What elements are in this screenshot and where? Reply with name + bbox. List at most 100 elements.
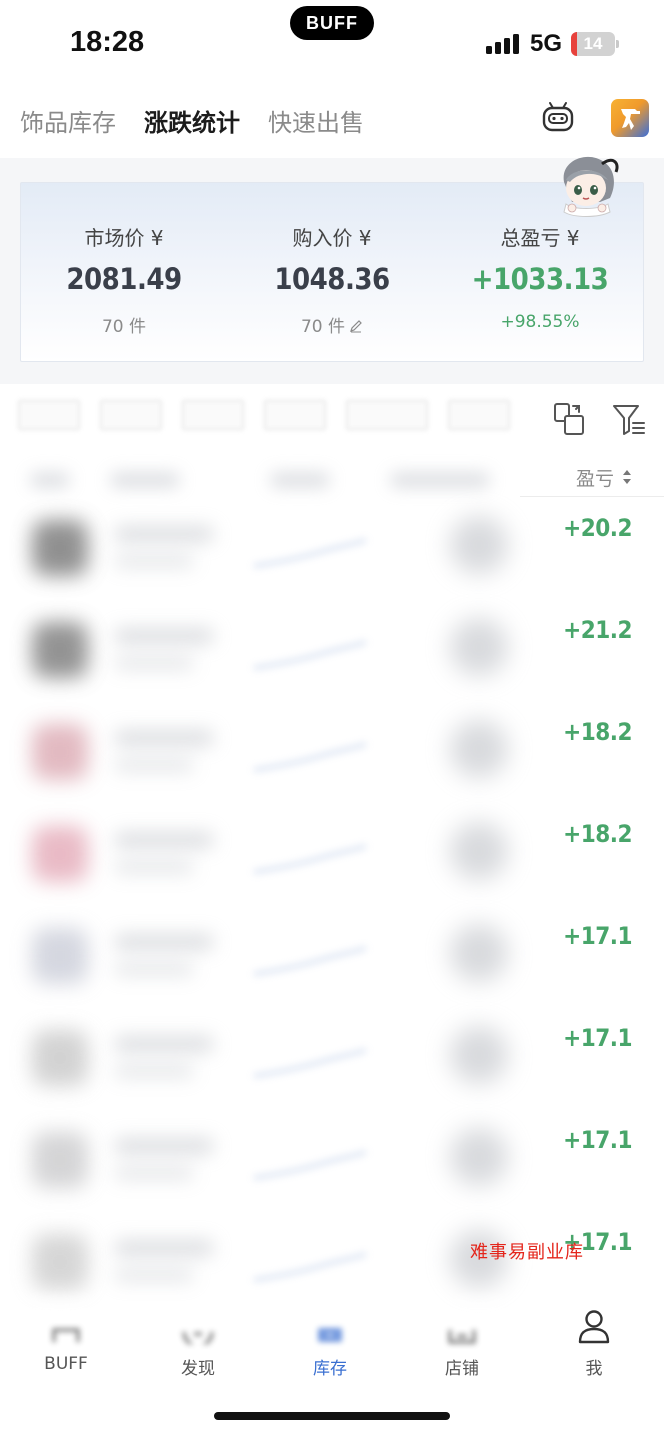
battery-level: 14 bbox=[583, 34, 603, 53]
filter-chips bbox=[18, 400, 518, 436]
item-name-blurred bbox=[114, 526, 214, 542]
purchase-count-row[interactable]: 70 件 bbox=[228, 312, 436, 337]
price-trend-sparkline bbox=[253, 844, 367, 874]
tab-quick-sell[interactable]: 快速出售 bbox=[268, 103, 364, 138]
item-name-blurred bbox=[114, 1240, 214, 1256]
view-switch-icon[interactable] bbox=[553, 402, 585, 436]
list-item[interactable]: +20.2 bbox=[0, 502, 664, 602]
total-profit-percent: +98.55% bbox=[500, 312, 580, 332]
item-name-blurred bbox=[114, 628, 214, 644]
item-subtitle-blurred bbox=[114, 656, 194, 670]
nav-label-profile: 我 bbox=[585, 1359, 603, 1379]
filter-chip[interactable] bbox=[346, 400, 428, 430]
sort-by-profit[interactable]: 盈亏 bbox=[576, 464, 614, 491]
item-thumbnail bbox=[32, 622, 88, 678]
status-time: 18:28 bbox=[70, 26, 145, 58]
bottom-nav: BUFF 发现 库存 店铺 我 bbox=[0, 1300, 664, 1396]
filter-chip[interactable] bbox=[18, 400, 80, 430]
game-switch-icon[interactable] bbox=[611, 99, 649, 137]
item-profit-value: +18.2 bbox=[563, 718, 632, 746]
item-thumbnail bbox=[32, 724, 88, 780]
battery-cap bbox=[616, 40, 619, 48]
market-price-stat: 市场价 ¥ 2081.49 70 件 bbox=[20, 222, 228, 337]
purchase-item-count: 70 件 bbox=[300, 317, 346, 337]
item-subtitle-blurred bbox=[114, 554, 194, 568]
price-trend-sparkline bbox=[253, 1048, 367, 1078]
blurred-header bbox=[30, 472, 70, 488]
nav-item-inventory[interactable]: 库存 bbox=[264, 1300, 396, 1380]
item-subtitle-blurred bbox=[114, 758, 194, 772]
purchase-price-stat: 购入价 ¥ 1048.36 70 件 bbox=[228, 222, 436, 337]
item-profit-value: +21.2 bbox=[563, 616, 632, 644]
blurred-header bbox=[110, 472, 180, 488]
item-name-blurred bbox=[114, 730, 214, 746]
filter-chip[interactable] bbox=[100, 400, 162, 430]
item-profit-value: +17.1 bbox=[563, 1126, 632, 1154]
item-thumbnail bbox=[32, 1030, 88, 1086]
price-trend-sparkline bbox=[253, 946, 367, 976]
item-subtitle-blurred bbox=[114, 860, 194, 874]
list-item[interactable]: +18.2 bbox=[0, 706, 664, 806]
price-trend-sparkline bbox=[253, 1150, 367, 1180]
list-item[interactable]: +17.1 bbox=[0, 1114, 664, 1214]
list-item[interactable]: +17.1 bbox=[0, 910, 664, 1010]
market-price-value: 2081.49 bbox=[66, 262, 182, 296]
price-trend-sparkline bbox=[253, 538, 367, 568]
filter-chip[interactable] bbox=[264, 400, 326, 430]
nav-label-buff: BUFF bbox=[44, 1354, 88, 1374]
item-avatar-blurred bbox=[450, 822, 508, 880]
filter-chip[interactable] bbox=[182, 400, 244, 430]
inventory-icon bbox=[318, 1328, 342, 1342]
blurred-header bbox=[270, 472, 330, 488]
filter-icon[interactable] bbox=[612, 403, 646, 437]
robot-icon[interactable] bbox=[540, 100, 576, 136]
tab-inventory[interactable]: 饰品库存 bbox=[20, 103, 116, 138]
battery-icon: 14 bbox=[571, 32, 615, 56]
list-item[interactable]: +18.2 bbox=[0, 808, 664, 908]
home-indicator[interactable] bbox=[214, 1412, 450, 1420]
purchase-price-value: 1048.36 bbox=[274, 262, 390, 296]
item-name-blurred bbox=[114, 934, 214, 950]
item-avatar-blurred bbox=[450, 516, 508, 574]
total-profit-stat: 总盈亏 ¥ +1033.13 +98.55% bbox=[436, 222, 644, 332]
nav-item-shop[interactable]: 店铺 bbox=[396, 1300, 528, 1380]
list-item[interactable]: +21.2 bbox=[0, 604, 664, 704]
market-item-count: 70 件 bbox=[101, 317, 147, 337]
nav-item-profile[interactable]: 我 bbox=[528, 1300, 660, 1380]
item-profit-value: +17.1 bbox=[563, 922, 632, 950]
blurred-header bbox=[390, 472, 490, 488]
item-avatar-blurred bbox=[450, 1128, 508, 1186]
nav-item-buff[interactable]: BUFF bbox=[0, 1300, 132, 1380]
nav-label-shop: 店铺 bbox=[445, 1359, 479, 1379]
tab-price-stats[interactable]: 涨跌统计 bbox=[144, 103, 240, 138]
item-avatar-blurred bbox=[450, 924, 508, 982]
item-avatar-blurred bbox=[450, 618, 508, 676]
item-avatar-blurred bbox=[450, 720, 508, 778]
market-price-label: 市场价 ¥ bbox=[84, 226, 164, 250]
divider bbox=[520, 496, 664, 497]
item-thumbnail bbox=[32, 1234, 88, 1290]
item-avatar-blurred bbox=[450, 1026, 508, 1084]
list-item[interactable]: +17.1 bbox=[0, 1012, 664, 1112]
item-name-blurred bbox=[114, 1036, 214, 1052]
item-thumbnail bbox=[32, 1132, 88, 1188]
sort-arrows-icon[interactable] bbox=[621, 466, 633, 488]
price-trend-sparkline bbox=[253, 742, 367, 772]
network-type: 5G bbox=[530, 30, 563, 57]
total-profit-label: 总盈亏 ¥ bbox=[500, 226, 580, 250]
nav-item-discover[interactable]: 发现 bbox=[132, 1300, 264, 1380]
item-profit-value: +17.1 bbox=[563, 1024, 632, 1052]
item-profit-value: +20.2 bbox=[563, 514, 632, 542]
item-thumbnail bbox=[32, 928, 88, 984]
discover-icon bbox=[182, 1331, 214, 1344]
filter-chip[interactable] bbox=[448, 400, 510, 430]
price-trend-sparkline bbox=[253, 640, 367, 670]
home-icon bbox=[52, 1328, 80, 1342]
purchase-price-label: 购入价 ¥ bbox=[292, 226, 372, 250]
item-subtitle-blurred bbox=[114, 1166, 194, 1180]
watermark-text: 难事易副业库 bbox=[470, 1242, 584, 1263]
profile-icon bbox=[578, 1310, 610, 1344]
status-bar: 18:28 BUFF 5G 14 bbox=[0, 0, 664, 86]
edit-pencil-icon[interactable] bbox=[349, 319, 363, 333]
signal-icon bbox=[486, 34, 520, 54]
